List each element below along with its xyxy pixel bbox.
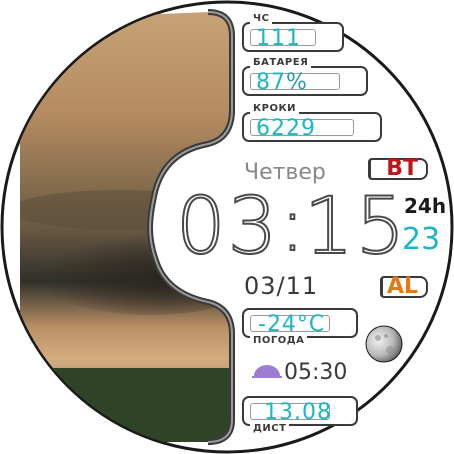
time-separator: : [279, 181, 307, 269]
battery-value-wrap: 87% [256, 70, 308, 96]
distance-label: ДИСТ [250, 423, 290, 435]
date: 03/11 [244, 272, 319, 300]
time-seconds: 23 [402, 222, 441, 257]
steps-value: 6229 [256, 116, 316, 141]
battery-unit: % [286, 70, 308, 95]
distance-complication[interactable]: 13.08 ДИСТ [242, 396, 358, 435]
heart-rate-label: ЧС [250, 13, 273, 25]
battery-complication[interactable]: БАТАРЕЯ 87% [242, 57, 368, 96]
weather-complication[interactable]: -24°C ПОГОДА [242, 308, 358, 347]
alarm-indicator[interactable]: AL [380, 274, 428, 299]
time-format: 24h [404, 194, 447, 218]
heart-rate-complication[interactable]: ЧС 111 [242, 13, 344, 52]
bluetooth-label: BT [386, 156, 418, 181]
weather-label: ПОГОДА [250, 335, 308, 347]
steps-label: КРОКИ [250, 103, 300, 115]
bluetooth-indicator[interactable]: BT [368, 156, 428, 181]
time-minutes: 15 [303, 181, 408, 273]
heart-rate-value: 111 [256, 26, 301, 51]
steps-complication[interactable]: КРОКИ 6229 [242, 103, 382, 142]
alarm-label: AL [386, 274, 418, 299]
moon-phase-icon [365, 325, 403, 363]
time-hours: 03 [175, 181, 280, 273]
sunset-time: 05:30 [284, 360, 348, 385]
battery-label: БАТАРЕЯ [250, 57, 312, 69]
battery-value: 87 [256, 70, 286, 95]
